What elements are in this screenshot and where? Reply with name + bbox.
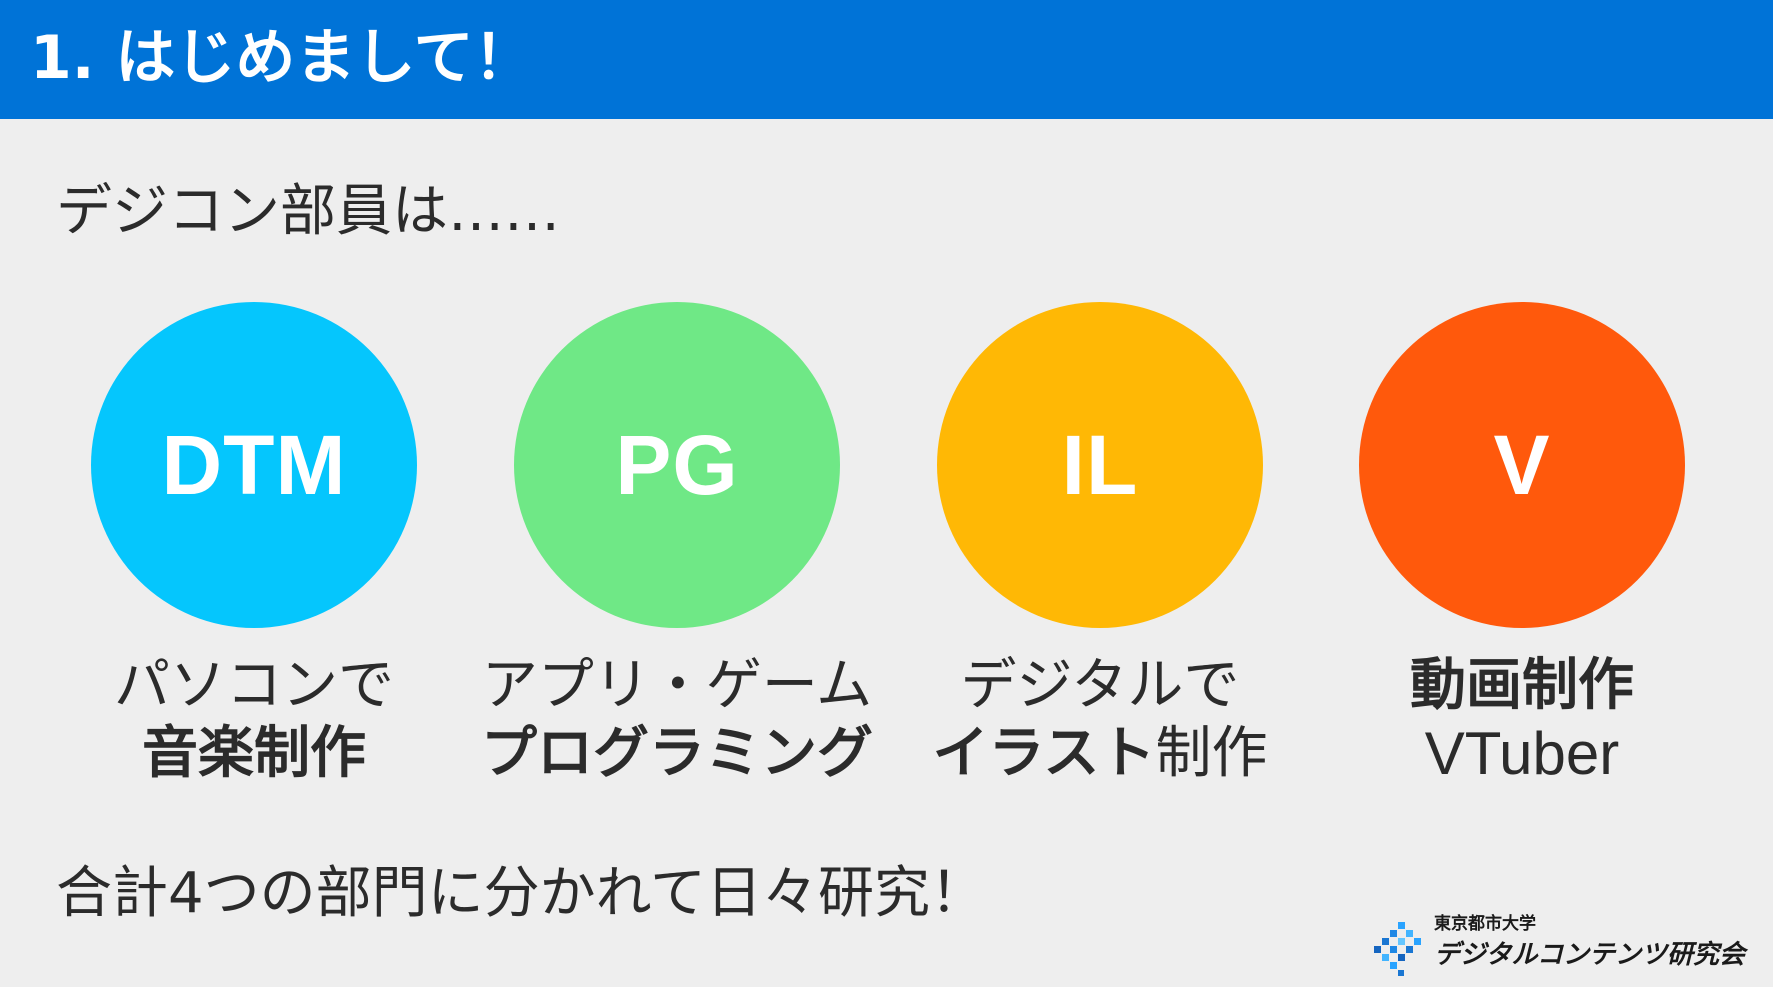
caption-line-1: パソコンで [114, 653, 394, 718]
division-caption-il: デジタルで イラスト制作 [890, 652, 1310, 788]
pixel-diamond-logo-icon [1374, 922, 1421, 976]
division-caption-pg: アプリ・ゲーム プログラミング [467, 652, 887, 788]
caption-line-1: デジタルで [960, 653, 1240, 718]
logo-club-name: デジタルコンテンツ研究会 [1434, 940, 1745, 970]
division-caption-v: 動画制作 VTuber [1312, 652, 1732, 788]
division-circle-pg: PG [514, 302, 840, 628]
lead-text: デジコン部員は…… [56, 179, 560, 244]
club-logo: 東京都市大学 デジタルコンテンツ研究会 [1372, 912, 1752, 978]
caption-line-1: 動画制作 [1410, 653, 1634, 718]
division-circle-il: IL [937, 302, 1263, 628]
slide-title: 1. はじめまして！ [30, 23, 534, 93]
caption-line-1: アプリ・ゲーム [481, 653, 873, 718]
caption-line-2: VTuber [1424, 720, 1620, 787]
division-caption-dtm: パソコンで 音楽制作 [44, 652, 464, 788]
division-code-dtm: DTM [161, 417, 347, 512]
caption-line-2-regular: 制作 [1155, 721, 1268, 786]
division-code-il: IL [1061, 417, 1139, 512]
division-code-pg: PG [615, 417, 739, 512]
division-circle-v: V [1359, 302, 1685, 628]
caption-line-2: イラスト制作 [890, 720, 1310, 788]
summary-text: 合計4つの部門に分かれて日々研究！ [56, 861, 986, 926]
header-bar: 1. はじめまして！ [0, 0, 1773, 119]
logo-university-name: 東京都市大学 [1434, 914, 1536, 934]
division-code-v: V [1493, 417, 1551, 512]
caption-line-2: 音楽制作 [142, 721, 366, 786]
caption-line-2-bold: イラスト [932, 721, 1156, 786]
caption-line-2: プログラミング [481, 721, 873, 786]
division-circle-dtm: DTM [91, 302, 417, 628]
